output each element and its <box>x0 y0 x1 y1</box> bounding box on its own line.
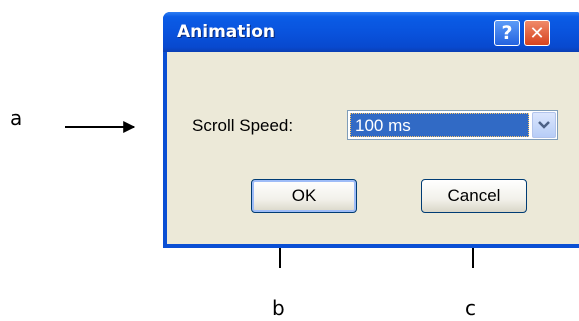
dialog-titlebar[interactable]: Animation ? ✕ <box>163 12 579 52</box>
cancel-button[interactable]: Cancel <box>421 179 527 213</box>
close-button[interactable]: ✕ <box>524 20 550 46</box>
ok-button-label: OK <box>291 186 317 205</box>
ok-button[interactable]: OK <box>251 179 357 213</box>
chevron-down-icon <box>538 121 550 129</box>
cancel-button-label: Cancel <box>447 186 501 205</box>
help-icon: ? <box>501 22 513 44</box>
scroll-speed-select[interactable]: 100 ms <box>347 110 558 140</box>
dialog-body: Scroll Speed: 100 ms OK Cancel <box>167 52 579 244</box>
help-button[interactable]: ? <box>494 20 520 46</box>
close-icon: ✕ <box>529 22 545 44</box>
dropdown-button[interactable] <box>532 112 556 138</box>
annotation-label-b: b <box>272 296 285 320</box>
scroll-speed-label: Scroll Speed: <box>192 116 294 135</box>
animation-dialog: Animation ? ✕ Scroll Speed: 100 ms OK Ca… <box>163 12 579 248</box>
scroll-speed-value[interactable]: 100 ms <box>350 113 529 137</box>
dialog-title: Animation <box>177 22 276 42</box>
annotation-label-c: c <box>465 296 476 320</box>
annotation-label-a: a <box>10 106 23 130</box>
